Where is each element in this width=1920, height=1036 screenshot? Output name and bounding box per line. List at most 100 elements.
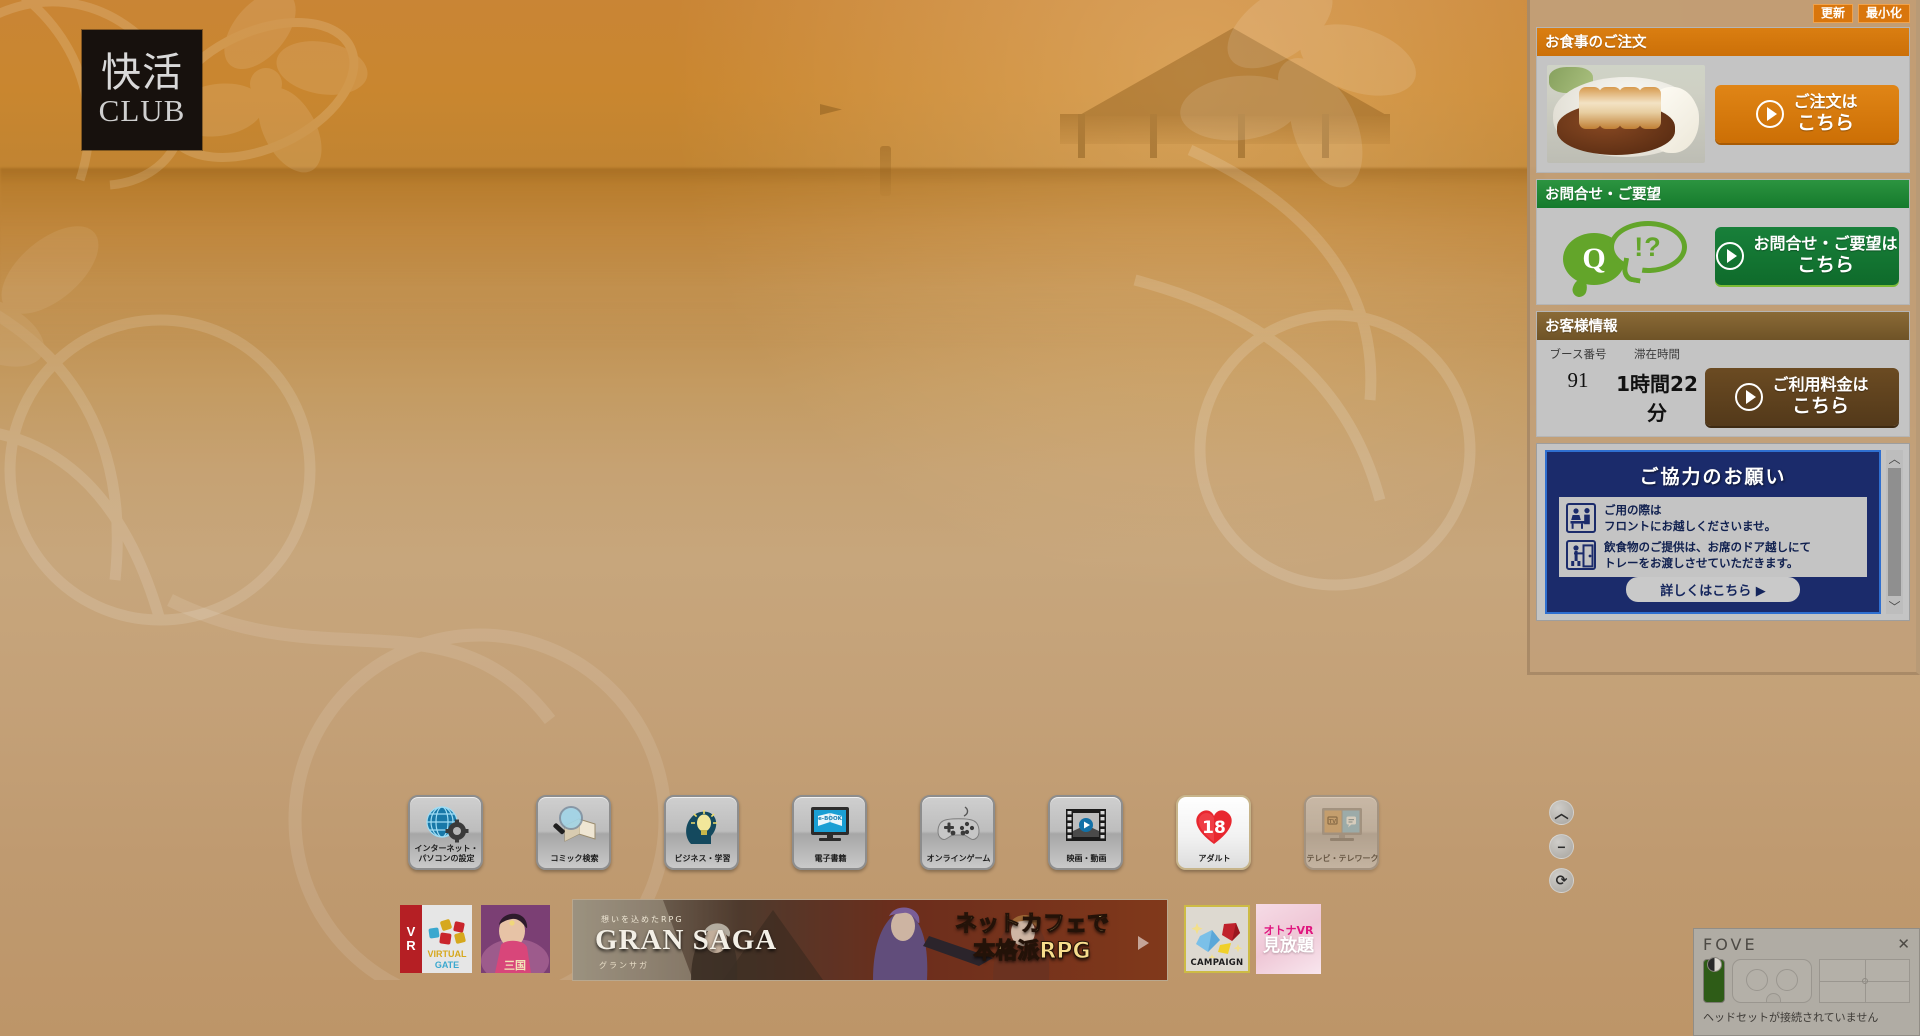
banner-otona-vr[interactable]: オトナVR 見放題 xyxy=(1256,904,1321,974)
sangokushi-title: 三国 xyxy=(504,959,526,972)
food-order-button[interactable]: ご注文は こちら xyxy=(1715,85,1899,143)
service-panel: 更新 最小化 お食事のご注文 ご注文は こちら お問合せ・ご要望 Q !? お問… xyxy=(1527,0,1920,675)
dock-label: テレビ・テレワーク xyxy=(1306,854,1379,863)
gran-saga-copy: ネットカフェで 本格派RPG xyxy=(954,912,1109,966)
dock-label: インターネット・ パソコンの設定 xyxy=(414,844,479,863)
application-dock: インターネット・ パソコンの設定 コミック検索 ビジネス・学習 e-BOOK 電… xyxy=(408,795,1379,870)
banner-gran-saga[interactable]: 想いを込めたRPG GRAN SAGA グランサガ ネットカフェで 本格派RPG xyxy=(572,899,1168,981)
announcement-note-text: ご用の際は フロントにお越しくださいませ。 xyxy=(1604,503,1777,533)
play-icon xyxy=(1716,242,1745,270)
virtual-gate-text: VIRTUAL GATE xyxy=(427,949,467,970)
tv-telework-icon: TV xyxy=(1315,802,1369,847)
inquiry-cta-line1: お問合せ・ご要望は xyxy=(1753,234,1898,254)
announcement-scrollbar[interactable]: ︿ ﹀ xyxy=(1886,450,1903,614)
booth-number-label: ブース番号 xyxy=(1549,347,1607,361)
booth-number-value: 91 xyxy=(1567,368,1589,392)
dock-item-adult[interactable]: 18 アダルト xyxy=(1176,795,1251,870)
head-bulb-icon xyxy=(675,802,729,847)
scroll-up-icon[interactable]: ︿ xyxy=(1888,450,1900,466)
svg-text:18: 18 xyxy=(1202,818,1226,838)
logo-kanji: 快活 xyxy=(101,49,183,96)
banner-campaign[interactable]: CAMPAIGN xyxy=(1184,905,1250,973)
announcement-box: ご協力のお願い ご用の際は フロントにお越しくださいませ。 飲食物のご提供は、お… xyxy=(1545,450,1881,614)
food-order-cta-line2: こちら xyxy=(1796,112,1854,135)
dock-item-movie-video[interactable]: 映画・動画 xyxy=(1048,795,1123,870)
dock-label: ビジネス・学習 xyxy=(674,854,731,863)
minimize-button[interactable]: 最小化 xyxy=(1857,4,1910,23)
gems-icon xyxy=(1191,923,1243,958)
exclamation-mark: !? xyxy=(1609,221,1687,273)
dock-label: 映画・動画 xyxy=(1066,854,1107,863)
fee-cta-line1: ご利用料金は xyxy=(1772,375,1869,395)
inquiry-cta-line2: こちら xyxy=(1796,254,1854,277)
announcement-note-text: 飲食物のご提供は、お席のドア越しにて トレーをお渡しさせていただきます。 xyxy=(1604,540,1811,570)
film-play-icon xyxy=(1059,802,1113,847)
headset-icon xyxy=(1732,959,1812,1003)
svg-text:e-BOOK: e-BOOK xyxy=(818,816,843,822)
side-control-buttons: ︿ − ⟳ xyxy=(1549,800,1574,893)
gamepad-icon xyxy=(931,802,985,847)
inquiry-card: お問合せ・ご要望 Q !? お問合せ・ご要望は こちら xyxy=(1536,179,1910,305)
otona-vr-line2: 見放題 xyxy=(1263,936,1314,957)
dock-item-online-game[interactable]: オンラインゲーム xyxy=(920,795,995,870)
dock-item-internet-pc-settings[interactable]: インターネット・ パソコンの設定 xyxy=(408,795,483,870)
sangokushi-artwork: 三国 xyxy=(481,905,550,973)
play-arrow-icon[interactable] xyxy=(1138,936,1149,950)
stay-time-field: 滞在時間 1時間22分 xyxy=(1609,346,1705,426)
logo-club-text: CLUB xyxy=(98,92,186,128)
fee-button[interactable]: ご利用料金は こちら xyxy=(1705,368,1899,426)
vr-tag: V R xyxy=(400,905,422,973)
kaikatsu-club-logo: 快活 CLUB xyxy=(82,30,202,150)
customer-info-card: お客様情報 ブース番号 91 滞在時間 1時間22分 ご利用料金は こちら xyxy=(1536,311,1910,437)
scroll-up-button[interactable]: ︿ xyxy=(1549,800,1574,825)
tracking-grid-icon xyxy=(1819,959,1910,1003)
stay-time-label: 滞在時間 xyxy=(1634,347,1680,361)
dock-item-ebook[interactable]: e-BOOK 電子書籍 xyxy=(792,795,867,870)
gran-saga-logo: GRAN SAGA xyxy=(595,924,778,956)
monitor-ebook-icon: e-BOOK xyxy=(803,802,857,847)
dock-label: アダルト xyxy=(1198,854,1231,863)
dock-label: 電子書籍 xyxy=(814,854,847,863)
announcement-note: 飲食物のご提供は、お席のドア越しにて トレーをお渡しさせていただきます。 xyxy=(1566,540,1860,571)
fove-status-text: ヘッドセットが接続されていません xyxy=(1703,1011,1879,1024)
door-tray-icon xyxy=(1566,540,1596,571)
globe-gear-icon xyxy=(419,802,473,847)
svg-text:TV: TV xyxy=(1328,819,1335,825)
close-icon[interactable]: ✕ xyxy=(1897,937,1910,952)
fove-widget: FOVE ✕ ヘッドセットが接続されていません xyxy=(1693,928,1920,1036)
announcement-more-button[interactable]: 詳しくはこちら ▶ xyxy=(1626,577,1800,603)
refresh-button[interactable]: 更新 xyxy=(1812,4,1853,23)
inquiry-button[interactable]: お問合せ・ご要望は こちら xyxy=(1715,227,1899,285)
food-order-card: お食事のご注文 ご注文は こちら xyxy=(1536,27,1910,173)
front-desk-icon xyxy=(1566,503,1596,533)
minimize-dock-button[interactable]: − xyxy=(1549,834,1574,859)
inquiry-header: お問合せ・ご要望 xyxy=(1537,180,1909,208)
dock-item-tv-telework[interactable]: TV テレビ・テレワーク xyxy=(1304,795,1379,870)
play-icon xyxy=(1735,383,1764,411)
food-order-header: お食事のご注文 xyxy=(1537,28,1909,56)
window-controls: 更新 最小化 xyxy=(1536,4,1910,23)
announcement-container: ご協力のお願い ご用の際は フロントにお越しくださいませ。 飲食物のご提供は、お… xyxy=(1536,443,1910,621)
announcement-title: ご協力のお願い xyxy=(1639,466,1787,488)
virtual-gate-logo-icon xyxy=(428,919,466,945)
reload-button[interactable]: ⟳ xyxy=(1549,868,1574,893)
battery-indicator xyxy=(1703,957,1725,1003)
campaign-label: CAMPAIGN xyxy=(1190,958,1244,968)
dock-label: オンラインゲーム xyxy=(926,854,991,863)
banner-sangokushi[interactable]: 三国 xyxy=(481,905,550,973)
heart-18-icon: 18 xyxy=(1187,802,1241,847)
dock-label: コミック検索 xyxy=(550,854,599,863)
play-icon xyxy=(1756,100,1785,128)
promo-banner-strip: V R VIRTUAL GATE 三国 想いを込めたRPG GRAN SAGA … xyxy=(400,897,1321,981)
gran-saga-copy-line2: 本格派RPG xyxy=(973,938,1091,964)
dock-item-business-study[interactable]: ビジネス・学習 xyxy=(664,795,739,870)
scroll-down-icon[interactable]: ﹀ xyxy=(1888,598,1900,614)
gran-saga-kana: グランサガ xyxy=(599,961,649,970)
magnifier-book-icon xyxy=(547,802,601,847)
announcement-note: ご用の際は フロントにお越しくださいませ。 xyxy=(1566,503,1860,534)
scrollbar-thumb[interactable] xyxy=(1888,468,1901,596)
fee-cta-line2: こちら xyxy=(1791,395,1849,418)
food-order-cta-line1: ご注文は xyxy=(1793,92,1858,112)
dock-item-comic-search[interactable]: コミック検索 xyxy=(536,795,611,870)
banner-virtual-gate[interactable]: V R VIRTUAL GATE xyxy=(400,905,472,973)
